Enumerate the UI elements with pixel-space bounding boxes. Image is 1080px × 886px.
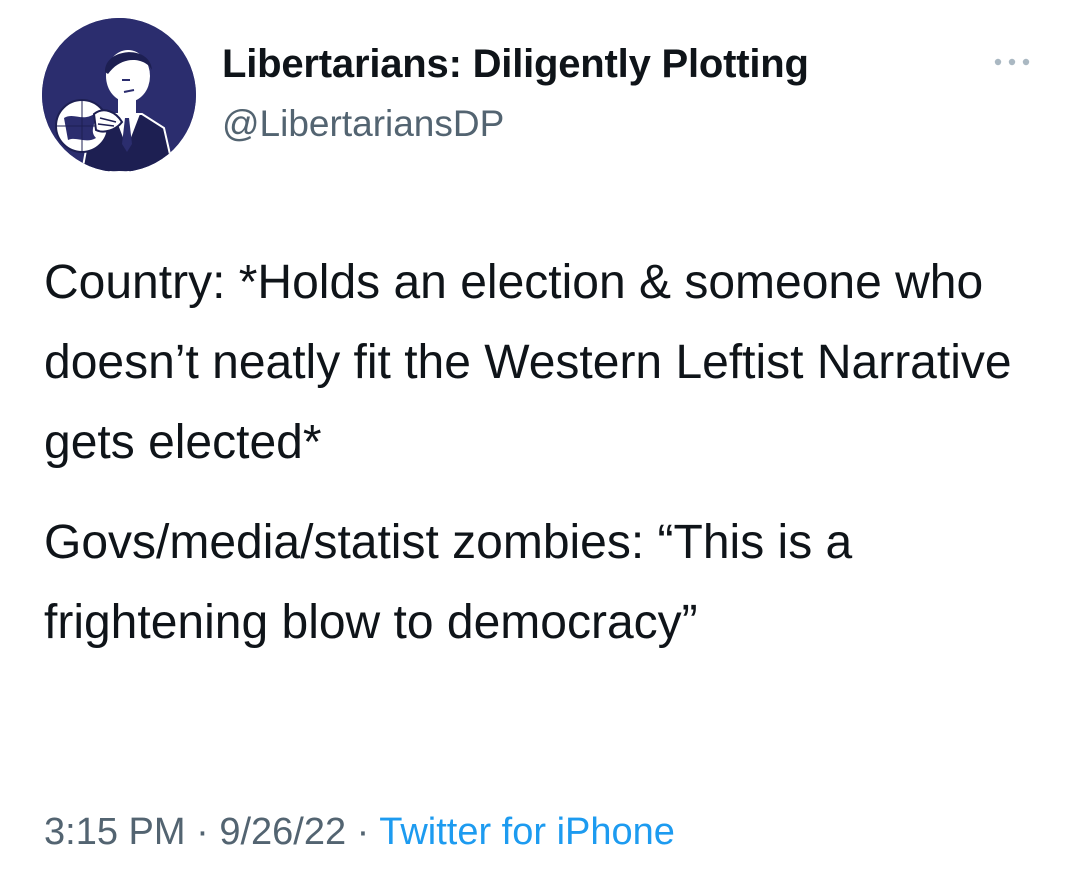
tweet-text: Country: *Holds an election & someone wh… (44, 243, 1054, 663)
tweet-paragraph-1: Country: *Holds an election & someone wh… (44, 256, 1012, 469)
tweet-card: Libertarians: Diligently Plotting @Liber… (0, 0, 1080, 886)
tweet-source-link[interactable]: Twitter for iPhone (379, 811, 675, 853)
meta-separator: · (346, 811, 380, 853)
more-options-icon[interactable] (990, 52, 1034, 72)
tweet-time[interactable]: 3:15 PM (44, 811, 186, 853)
display-name[interactable]: Libertarians: Diligently Plotting (222, 42, 809, 87)
avatar-illustration-icon (42, 18, 196, 172)
meta-separator: · (185, 811, 220, 853)
user-handle[interactable]: @LibertariansDP (222, 103, 504, 145)
tweet-date[interactable]: 9/26/22 (219, 811, 346, 853)
tweet-paragraph-2: Govs/media/statist zombies: “This is a f… (44, 516, 853, 649)
tweet-metadata: 3:15 PM · 9/26/22 · Twitter for iPhone (44, 811, 675, 854)
avatar[interactable] (42, 18, 196, 172)
